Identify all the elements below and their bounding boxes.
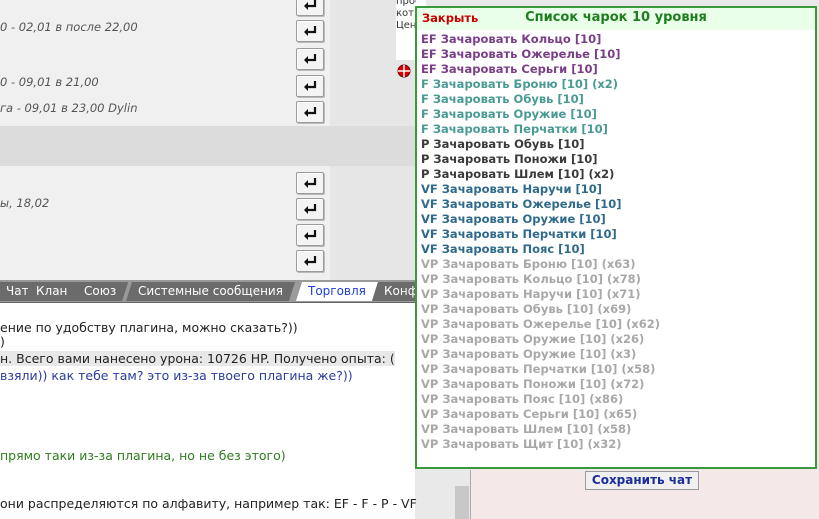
reply-button[interactable]	[296, 48, 324, 70]
enchant-list-item[interactable]: P Зачаровать Обувь [10]	[421, 137, 660, 152]
enchant-list-item[interactable]: VP Зачаровать Поножи [10] (x72)	[421, 377, 660, 392]
enchant-list-item[interactable]: VP Зачаровать Шлем [10] (x58)	[421, 422, 660, 437]
enchant-list-item[interactable]: VP Зачаровать Кольцо [10] (x78)	[421, 272, 660, 287]
reply-arrow-icon	[304, 81, 317, 91]
enchant-list-item[interactable]: VP Зачаровать Броню [10] (x63)	[421, 257, 660, 272]
chat-message: прямо таки из-за плагина, но не без этог…	[0, 448, 286, 463]
info-text-line: просьба обращаться к тем паладинам или т…	[396, 0, 416, 7]
chat-message: ение по удобству плагина, можно сказать?…	[0, 320, 298, 335]
reply-button[interactable]	[296, 172, 324, 194]
popup-header: Закрыть Список чарок 10 уровня	[417, 8, 815, 30]
enchant-list-item[interactable]: EF Зачаровать Кольцо [10]	[421, 32, 660, 47]
enchant-list-item[interactable]: EF Зачаровать Ожерелье [10]	[421, 47, 660, 62]
reply-button[interactable]	[296, 224, 324, 246]
chat-log: ение по удобству плагина, можно сказать?…	[0, 303, 417, 519]
enchant-list-item[interactable]: VF Зачаровать Оружие [10]	[421, 212, 660, 227]
target-icon[interactable]	[397, 64, 411, 78]
reply-button[interactable]	[296, 20, 324, 42]
board-message: 0 - 09,01 в 21,00	[0, 75, 99, 89]
tab-trade[interactable]: Торговля	[296, 282, 378, 301]
enchant-list-item[interactable]: VF Зачаровать Пояс [10]	[421, 242, 660, 257]
enchant-list-popup: Закрыть Список чарок 10 уровня EF Зачаро…	[415, 6, 817, 469]
tab-clan[interactable]: Клан	[24, 282, 79, 301]
enchant-list-item[interactable]: VP Зачаровать Ожерелье [10] (x62)	[421, 317, 660, 332]
chat-message: они распределяются по алфавиту, например…	[0, 496, 417, 511]
reply-arrow-icon	[304, 256, 317, 266]
enchant-list-item[interactable]: P Зачаровать Поножи [10]	[421, 152, 660, 167]
info-text: просьба обращаться к тем паладинам или т…	[396, 0, 416, 32]
reply-arrow-icon	[304, 54, 317, 64]
tab-union[interactable]: Союз	[72, 282, 128, 301]
reply-arrow-icon	[304, 0, 317, 10]
message-band	[0, 166, 330, 280]
reply-arrow-icon	[304, 26, 317, 36]
reply-button[interactable]	[296, 250, 324, 272]
board-message: ы, 18,02	[0, 196, 50, 210]
board-message: га - 09,01 в 23,00 Dylin	[0, 101, 138, 115]
reply-arrow-icon	[304, 178, 317, 188]
enchant-list-item[interactable]: VF Зачаровать Ожерелье [10]	[421, 197, 660, 212]
separator-row	[0, 126, 415, 166]
popup-title: Список чарок 10 уровня	[525, 10, 707, 25]
enchant-list-item[interactable]: VP Зачаровать Серьги [10] (x65)	[421, 407, 660, 422]
info-text-line: Цен	[396, 20, 416, 31]
enchant-list-item[interactable]: VP Зачаровать Оружие [10] (x26)	[421, 332, 660, 347]
enchant-list-item[interactable]: F Зачаровать Обувь [10]	[421, 92, 660, 107]
chat-tabs: Чат Клан Союз Системные сообщения Торгов…	[0, 280, 415, 303]
enchant-list-item[interactable]: VF Зачаровать Наручи [10]	[421, 182, 660, 197]
enchant-list-item[interactable]: VP Зачаровать Обувь [10] (x69)	[421, 302, 660, 317]
chat-message: н. Всего вами нанесено урона: 10726 HP. …	[0, 351, 395, 366]
enchant-list-item[interactable]: VP Зачаровать Щит [10] (x32)	[421, 437, 660, 452]
chat-message: взяли)) как тебе там? это из-за твоего п…	[0, 368, 353, 383]
chat-message: )	[0, 334, 5, 349]
enchant-list-item[interactable]: P Зачаровать Шлем [10] (x2)	[421, 167, 660, 182]
enchant-list-item[interactable]: VP Зачаровать Оружие [10] (x3)	[421, 347, 660, 362]
enchant-list-item[interactable]: F Зачаровать Оружие [10]	[421, 107, 660, 122]
enchant-list-item[interactable]: VP Зачаровать Перчатки [10] (x58)	[421, 362, 660, 377]
save-chat-button[interactable]: Сохранить чат	[585, 471, 699, 490]
reply-arrow-icon	[304, 204, 317, 214]
info-text-line: кот	[396, 8, 414, 19]
board-message: 0 - 02,01 в после 22,00	[0, 20, 138, 34]
enchant-list-item[interactable]: EF Зачаровать Серьги [10]	[421, 62, 660, 77]
chat-scrollbar[interactable]	[455, 486, 469, 519]
enchant-list-item[interactable]: VP Зачаровать Наручи [10] (x71)	[421, 287, 660, 302]
reply-arrow-icon	[304, 230, 317, 240]
enchant-list-item[interactable]: F Зачаровать Броню [10] (x2)	[421, 77, 660, 92]
reply-arrow-icon	[304, 107, 317, 117]
tab-system-messages[interactable]: Системные сообщения	[126, 282, 295, 301]
reply-button[interactable]	[296, 198, 324, 220]
reply-button[interactable]	[296, 101, 324, 123]
reply-button[interactable]	[296, 0, 324, 16]
reply-button[interactable]	[296, 75, 324, 97]
enchant-list-item[interactable]: VF Зачаровать Перчатки [10]	[421, 227, 660, 242]
enchant-list: EF Зачаровать Кольцо [10] EF Зачаровать О…	[421, 32, 660, 452]
enchant-list-item[interactable]: F Зачаровать Перчатки [10]	[421, 122, 660, 137]
enchant-list-item[interactable]: VP Зачаровать Пояс [10] (x86)	[421, 392, 660, 407]
